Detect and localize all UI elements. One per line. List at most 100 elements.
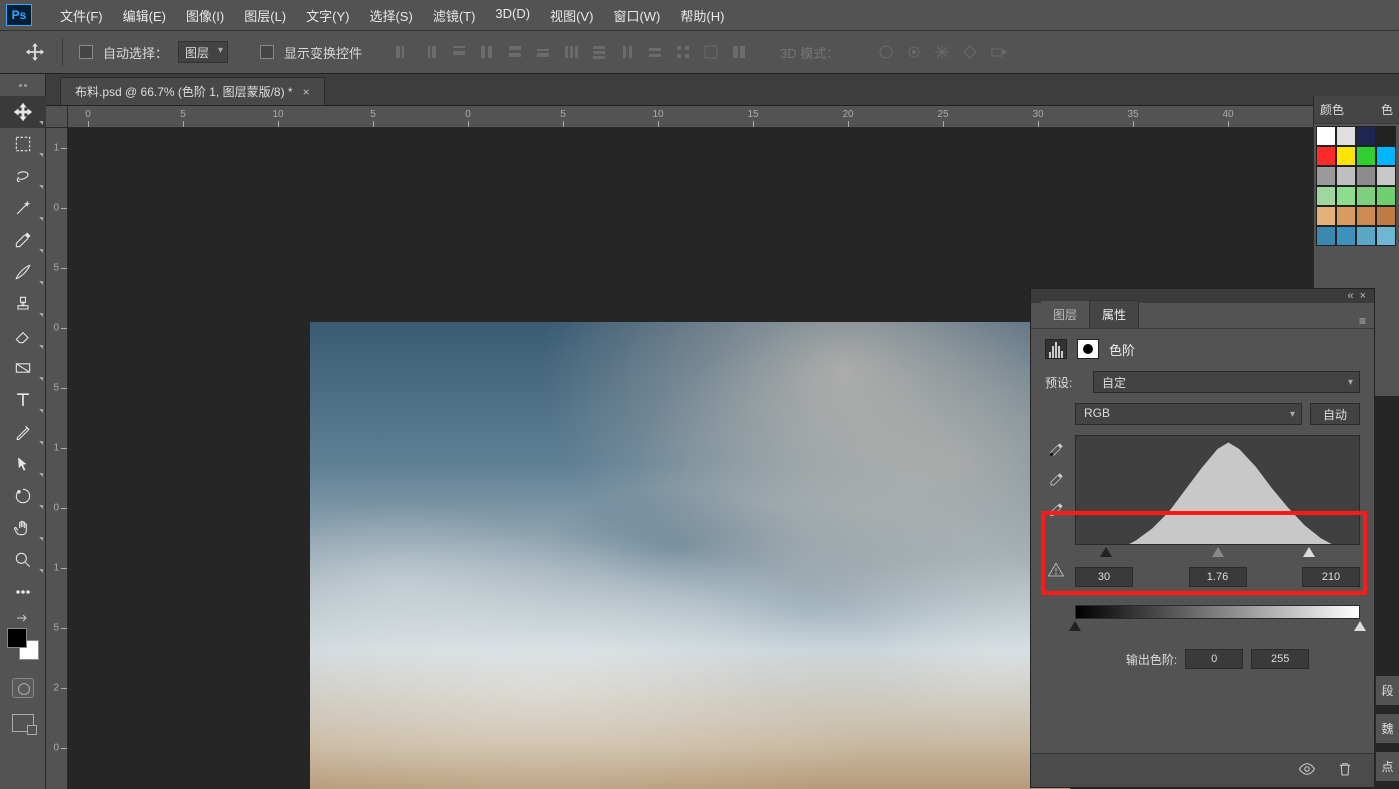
close-tab-icon[interactable]: ×: [303, 85, 310, 99]
stamp-tool[interactable]: [0, 288, 46, 320]
swatch[interactable]: [1356, 166, 1376, 186]
options-bar: 自动选择： 图层 显示变换控件 3D 模式：: [0, 30, 1399, 74]
preset-dropdown[interactable]: 自定▾: [1093, 371, 1360, 393]
input-white-value[interactable]: 210: [1302, 567, 1360, 587]
output-low-value[interactable]: 0: [1185, 649, 1243, 669]
swatch[interactable]: [1376, 206, 1396, 226]
marquee-tool[interactable]: [0, 128, 46, 160]
tab-properties[interactable]: 属性: [1089, 300, 1139, 328]
swatch[interactable]: [1376, 126, 1396, 146]
swatch[interactable]: [1336, 206, 1356, 226]
swatch[interactable]: [1356, 186, 1376, 206]
auto-select-target-dropdown[interactable]: 图层: [178, 41, 228, 63]
swatch[interactable]: [1376, 186, 1396, 206]
magic-wand-tool[interactable]: [0, 192, 46, 224]
right-vert-label-1[interactable]: 段: [1375, 676, 1399, 705]
swatch[interactable]: [1316, 186, 1336, 206]
menu-item[interactable]: 编辑(E): [113, 6, 176, 25]
swatch[interactable]: [1376, 146, 1396, 166]
gradient-tool[interactable]: [0, 352, 46, 384]
ruler-horizontal[interactable]: 0510505101520253035404550: [68, 106, 1399, 128]
quick-mask-toggle[interactable]: [12, 678, 34, 698]
clip-warning-icon[interactable]: [1045, 559, 1067, 581]
swatch[interactable]: [1376, 226, 1396, 246]
menu-item[interactable]: 窗口(W): [603, 6, 670, 25]
path-select-tool[interactable]: [0, 448, 46, 480]
swatch[interactable]: [1336, 186, 1356, 206]
type-tool[interactable]: [0, 384, 46, 416]
menu-item[interactable]: 文字(Y): [296, 6, 359, 25]
document-tab[interactable]: 布料.psd @ 66.7% (色阶 1, 图层蒙版/8) * ×: [60, 77, 325, 105]
fg-bg-color[interactable]: [7, 628, 39, 660]
eyedropper-gray-icon[interactable]: [1045, 469, 1067, 491]
ruler-label: 30: [1032, 109, 1043, 120]
show-transform-checkbox[interactable]: [260, 45, 274, 59]
input-black-value[interactable]: 30: [1075, 567, 1133, 587]
hand-tool[interactable]: [0, 512, 46, 544]
align-icon: [726, 40, 752, 64]
visibility-icon[interactable]: [1298, 760, 1316, 781]
brush-tool[interactable]: [0, 256, 46, 288]
menu-item[interactable]: 滤镜(T): [423, 6, 486, 25]
lasso-tool[interactable]: [0, 160, 46, 192]
ruler-label: 2: [53, 683, 59, 694]
menu-item[interactable]: 图层(L): [234, 6, 296, 25]
shape-tool[interactable]: [0, 480, 46, 512]
swatch[interactable]: [1376, 166, 1396, 186]
channel-dropdown[interactable]: RGB▾: [1075, 403, 1302, 425]
menu-item[interactable]: 3D(D): [485, 6, 540, 25]
swatch[interactable]: [1316, 146, 1336, 166]
swap-colors-icon[interactable]: [15, 612, 31, 624]
eyedropper-black-icon[interactable]: [1045, 439, 1067, 461]
ruler-label: 0: [53, 503, 59, 514]
document-image[interactable]: [310, 322, 1070, 789]
menu-item[interactable]: 帮助(H): [670, 6, 734, 25]
ruler-vertical[interactable]: 105051015205: [46, 128, 68, 789]
menu-item[interactable]: 图像(I): [176, 6, 234, 25]
swatch[interactable]: [1316, 226, 1336, 246]
tab-layers[interactable]: 图层: [1041, 301, 1089, 328]
panel-collapse-icon[interactable]: «: [1347, 290, 1353, 302]
histogram[interactable]: [1075, 435, 1360, 545]
output-slider[interactable]: [1075, 621, 1360, 637]
move-tool[interactable]: [0, 96, 46, 128]
menu-item[interactable]: 文件(F): [50, 6, 113, 25]
right-vert-label-3[interactable]: 点: [1375, 752, 1399, 781]
right-vert-label-2[interactable]: 魏: [1375, 714, 1399, 743]
swatch[interactable]: [1316, 126, 1336, 146]
swatch[interactable]: [1336, 146, 1356, 166]
auto-select-label: 自动选择：: [103, 43, 168, 62]
swatch[interactable]: [1356, 226, 1376, 246]
screen-mode-toggle[interactable]: [12, 714, 34, 732]
swatch[interactable]: [1356, 146, 1376, 166]
output-gradient[interactable]: [1075, 605, 1360, 619]
auto-button[interactable]: 自动: [1310, 403, 1360, 425]
swatch[interactable]: [1356, 206, 1376, 226]
zoom-tool[interactable]: [0, 544, 46, 576]
output-high-value[interactable]: 255: [1251, 649, 1309, 669]
swatch[interactable]: [1356, 126, 1376, 146]
swatch[interactable]: [1336, 226, 1356, 246]
swatch[interactable]: [1316, 166, 1336, 186]
swatch[interactable]: [1316, 206, 1336, 226]
input-slider[interactable]: [1075, 547, 1360, 563]
input-gamma-value[interactable]: 1.76: [1189, 567, 1247, 587]
align-icon: [698, 40, 724, 64]
menu-item[interactable]: 视图(V): [540, 6, 603, 25]
ruler-label: 1: [53, 143, 59, 154]
color-tab-2[interactable]: 色: [1381, 101, 1393, 118]
eyedropper-tool[interactable]: [0, 224, 46, 256]
panel-close-icon[interactable]: ×: [1360, 290, 1366, 302]
menu-item[interactable]: 选择(S): [359, 6, 422, 25]
auto-select-checkbox[interactable]: [79, 45, 93, 59]
swatch[interactable]: [1336, 126, 1356, 146]
swatch[interactable]: [1336, 166, 1356, 186]
eyedropper-white-icon[interactable]: [1045, 499, 1067, 521]
panel-menu-icon[interactable]: ≡: [1359, 314, 1366, 328]
pen-tool[interactable]: [0, 416, 46, 448]
eraser-tool[interactable]: [0, 320, 46, 352]
swatches-grid: [1314, 124, 1399, 248]
trash-icon[interactable]: [1336, 760, 1354, 781]
color-tab[interactable]: 颜色: [1320, 101, 1344, 118]
more-tools[interactable]: [0, 576, 46, 608]
